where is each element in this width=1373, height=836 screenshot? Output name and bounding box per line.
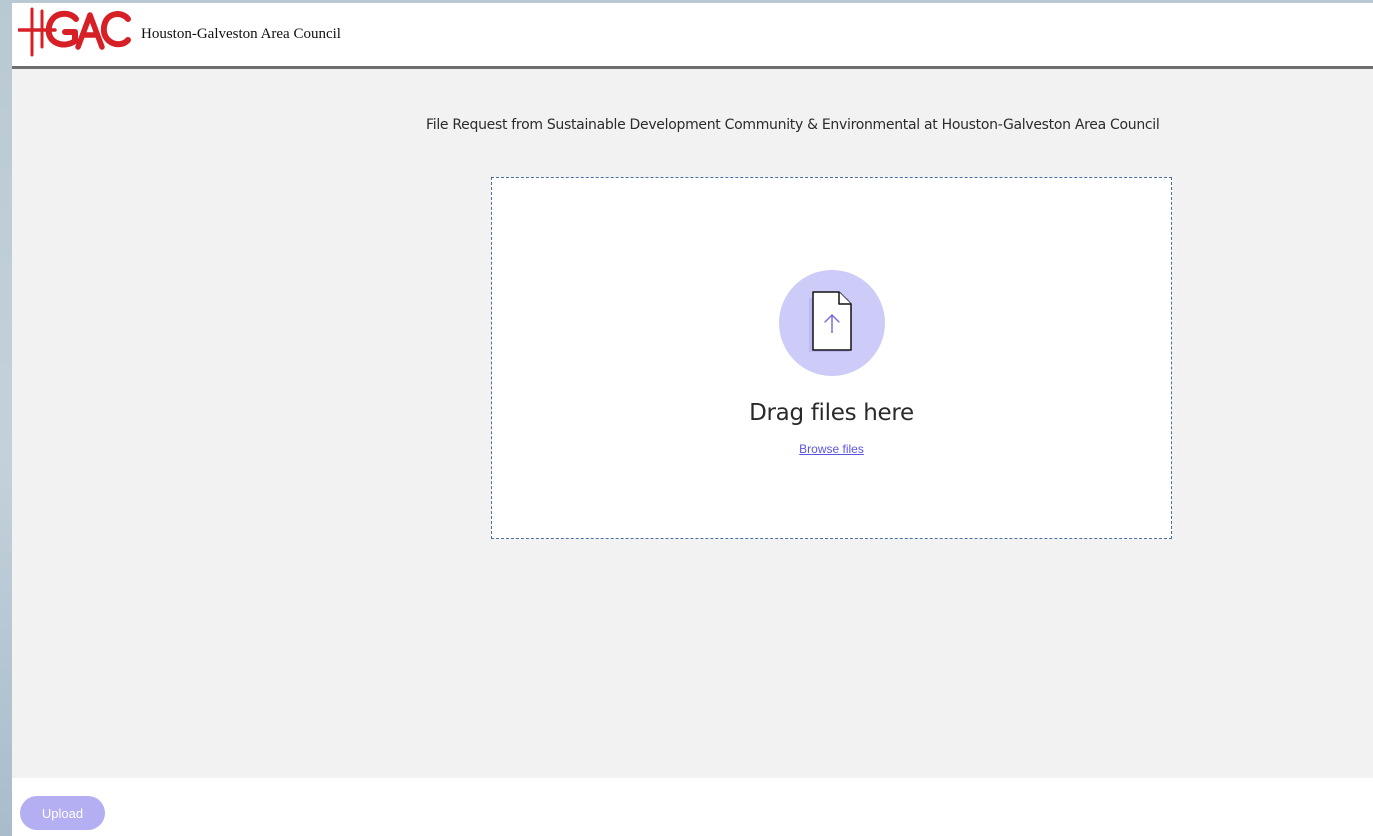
footer: Upload	[12, 778, 1373, 836]
upload-button[interactable]: Upload	[20, 796, 105, 830]
browse-files-link[interactable]: Browse files	[492, 442, 1171, 456]
header: Houston-Galveston Area Council	[12, 3, 1373, 69]
file-request-app: Houston-Galveston Area Council File Requ…	[12, 3, 1373, 836]
org-name: Houston-Galveston Area Council	[141, 26, 341, 42]
hgac-logo	[18, 7, 131, 57]
upload-illustration	[779, 270, 885, 376]
file-upload-icon	[809, 291, 852, 352]
request-title: File Request from Sustainable Developmen…	[426, 117, 1160, 133]
drag-files-text: Drag files here	[749, 400, 914, 426]
file-dropzone[interactable]: Drag files here Browse files	[491, 177, 1172, 539]
